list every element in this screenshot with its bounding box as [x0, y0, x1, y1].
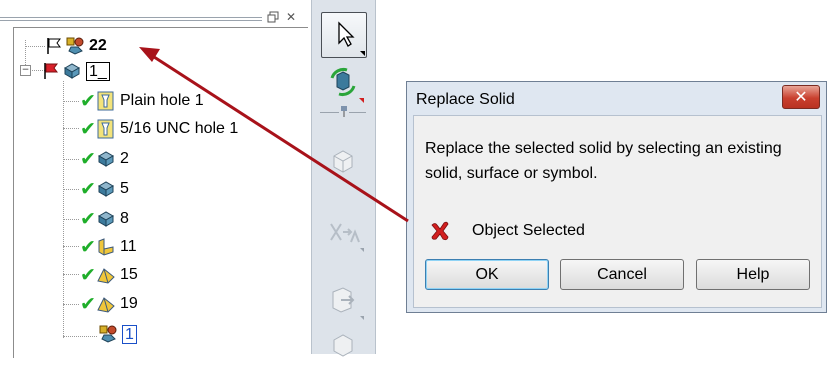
dialog-body: Replace the selected solid by selecting … — [413, 115, 822, 308]
tree-collapse-toggle[interactable]: − — [20, 65, 31, 76]
tree-item-label: 1_ — [86, 61, 110, 81]
tree-row-feature[interactable]: ✔ 11 — [80, 236, 137, 258]
tree-item-label: 1 — [122, 324, 137, 344]
checkmark-icon: ✔ — [80, 264, 96, 286]
checkmark-icon: ✔ — [80, 90, 96, 112]
vertical-toolbar — [311, 0, 376, 357]
tree-row-feature[interactable]: ✔ Plain hole 1 — [80, 90, 204, 112]
hole-feature-icon — [96, 119, 116, 139]
rotate-solid-icon[interactable] — [321, 60, 365, 104]
extrude-solid-icon — [96, 237, 116, 257]
tree-item-label: 5/16 UNC hole 1 — [120, 120, 239, 137]
red-cross-status-icon — [428, 220, 452, 242]
panel-grip-line — [0, 17, 262, 18]
tree-item-label: 8 — [120, 210, 129, 227]
dialog-title: Replace Solid — [416, 91, 515, 108]
help-button[interactable]: Help — [696, 259, 810, 290]
tree-connector — [63, 128, 79, 129]
tree-connector — [63, 189, 79, 190]
tree-connector — [63, 159, 79, 160]
box-icon[interactable] — [321, 138, 365, 182]
tree-connector — [63, 246, 79, 247]
cube-icon[interactable] — [321, 326, 365, 370]
close-panel-icon[interactable]: ✕ — [284, 10, 298, 24]
replace-solid-dialog: Replace Solid ✕ Replace the selected sol… — [406, 81, 827, 313]
solid-group-icon — [98, 324, 118, 344]
tree-connector — [63, 219, 79, 220]
select-pointer-icon[interactable] — [321, 12, 367, 58]
tree-connector — [25, 40, 26, 65]
dialog-close-button[interactable]: ✕ — [782, 85, 820, 109]
checkmark-icon: ✔ — [80, 208, 96, 230]
tree-item-label: 5 — [120, 180, 129, 197]
tree-connector — [63, 304, 79, 305]
wedge-solid-icon — [96, 294, 116, 314]
solid-box-icon — [96, 209, 116, 229]
cancel-button[interactable]: Cancel — [560, 259, 684, 290]
tree-row-solid-root[interactable]: 1_ — [42, 60, 110, 82]
tree-row-feature[interactable]: ✔ 5 — [80, 178, 129, 200]
solid-stack-icon — [62, 61, 82, 81]
split-icon[interactable] — [321, 210, 365, 254]
checkmark-icon: ✔ — [80, 148, 96, 170]
selection-status-text: Object Selected — [472, 222, 585, 239]
tree-row-feature[interactable]: ✔ 15 — [80, 264, 138, 286]
flag-outline-icon — [45, 36, 65, 56]
hole-feature-icon — [96, 91, 116, 111]
tree-row-feature[interactable]: ✔ 19 — [80, 293, 138, 315]
solid-group-icon — [65, 36, 85, 56]
tree-item-label: Plain hole 1 — [120, 92, 204, 109]
checkmark-icon: ✔ — [80, 178, 96, 200]
ok-button[interactable]: OK — [425, 259, 549, 290]
pin-icon[interactable] — [339, 104, 349, 118]
explorer-panel: ✕ − 22 1_ ✔ Plain hole 1 ✔ 5/16 UNC hole… — [0, 0, 310, 358]
tree-item-label: 15 — [120, 266, 138, 283]
checkmark-icon: ✔ — [80, 118, 96, 140]
panel-grip-line — [0, 20, 262, 21]
tree-item-label: 2 — [120, 150, 129, 167]
checkmark-icon: ✔ — [80, 236, 96, 258]
tree-row-feature[interactable]: ✔ 2 — [80, 148, 129, 170]
tree-row-new-solid[interactable]: 1 — [98, 323, 137, 345]
restore-panel-icon[interactable] — [267, 11, 279, 23]
tree-row-model[interactable]: 22 — [45, 35, 107, 57]
export-icon[interactable] — [321, 278, 365, 322]
flag-red-icon — [42, 61, 62, 81]
tree-item-label: 22 — [89, 37, 107, 54]
tree-connector — [63, 101, 79, 102]
tree-connector — [63, 81, 64, 338]
solid-box-icon — [96, 149, 116, 169]
tree-connector — [63, 274, 79, 275]
wedge-solid-icon — [96, 265, 116, 285]
tree-item-label: 11 — [120, 238, 137, 255]
solid-box-icon — [96, 179, 116, 199]
tree-connector — [63, 336, 97, 337]
tree-connector — [25, 46, 45, 47]
tree-row-feature[interactable]: ✔ 5/16 UNC hole 1 — [80, 118, 238, 140]
tree-item-label: 19 — [120, 295, 138, 312]
dialog-message: Replace the selected solid by selecting … — [425, 140, 782, 182]
checkmark-icon: ✔ — [80, 293, 96, 315]
tree-row-feature[interactable]: ✔ 8 — [80, 208, 129, 230]
